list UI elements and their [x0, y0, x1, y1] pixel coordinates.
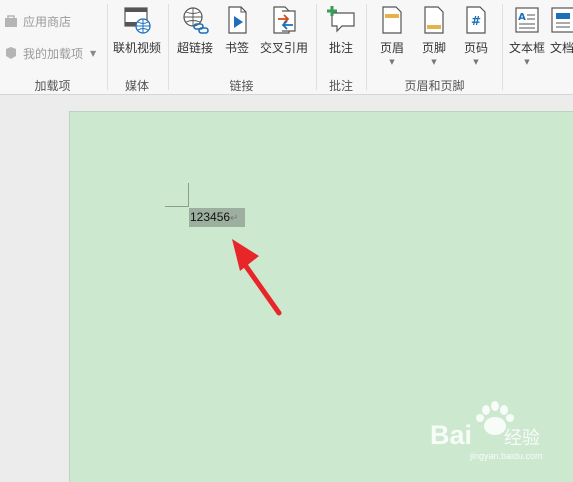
watermark-url: jingyan.baidu.com — [470, 451, 543, 461]
watermark-brand: Bai — [430, 420, 473, 450]
watermark-brand-cn: 经验 — [504, 428, 540, 449]
